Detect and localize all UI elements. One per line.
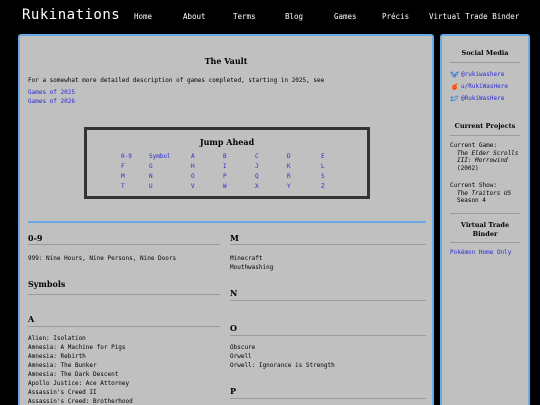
jump-link-n[interactable]: N [149, 173, 153, 180]
twitter-icon [450, 95, 459, 102]
list-item[interactable]: Apollo Justice: Ace Attorney [28, 380, 129, 387]
social-link-twitter[interactable]: @RukiWasHere [450, 95, 504, 102]
current-show-label: Current Show: [450, 182, 497, 189]
section-heading-0-9: 0-9 [28, 233, 43, 243]
jump-link-m[interactable]: M [121, 173, 125, 180]
social-link-bluesky[interactable]: @rukiwashere [450, 71, 504, 78]
list-item[interactable]: Alien: Isolation [28, 335, 86, 342]
jump-link-q[interactable]: Q [255, 173, 259, 180]
list-item[interactable]: Minecraft [230, 255, 263, 262]
jump-link-w[interactable]: W [223, 183, 227, 190]
list-item[interactable]: Assassin's Creed: Brotherhood [28, 398, 133, 405]
jump-link-p[interactable]: P [223, 173, 227, 180]
main-nav: Home About Terms Blog Games Précis Virtu… [0, 12, 540, 24]
jump-link-b[interactable]: B [223, 153, 227, 160]
jump-link-j[interactable]: J [255, 163, 259, 170]
current-game-year: (2002) [457, 164, 479, 172]
intro-text: For a somewhat more detailed description… [28, 77, 325, 84]
social-link-reddit[interactable]: u/RukiWasHere [450, 83, 508, 90]
social-media-heading: Social Media [461, 49, 509, 57]
jump-link-f[interactable]: F [121, 163, 125, 170]
jump-link-l[interactable]: L [321, 163, 325, 170]
section-heading-a: A [28, 314, 35, 324]
current-show-season: Season 4 [457, 197, 486, 204]
jump-link-x[interactable]: X [255, 183, 259, 190]
jump-link-h[interactable]: H [191, 163, 195, 170]
section-rule [28, 326, 220, 327]
jump-link-y[interactable]: Y [287, 183, 291, 190]
jump-link-i[interactable]: I [223, 163, 227, 170]
list-item[interactable]: Orwell: Ignorance is Strength [230, 362, 335, 369]
jump-link-k[interactable]: K [287, 163, 291, 170]
jump-link-z[interactable]: Z [321, 183, 325, 190]
list-item[interactable]: Mouthwashing [230, 264, 273, 271]
nav-terms[interactable]: Terms [233, 12, 256, 21]
nav-precis[interactable]: Précis [382, 12, 409, 21]
section-heading-p: P [230, 386, 237, 396]
jump-link-o[interactable]: O [191, 173, 195, 180]
section-rule [230, 300, 426, 301]
current-show-title: The Traitors US [457, 189, 512, 197]
list-item[interactable]: Orwell [230, 353, 252, 360]
social-label: @rukiwashere [461, 71, 505, 78]
current-game-label: Current Game: [450, 142, 497, 149]
bluesky-icon [450, 71, 459, 78]
list-item[interactable]: 999: Nine Hours, Nine Persons, Nine Door… [28, 255, 176, 262]
pokemon-home-link[interactable]: Pokémon Home Only [450, 249, 511, 256]
jump-link-c[interactable]: C [255, 153, 259, 160]
jump-link-s[interactable]: S [321, 173, 325, 180]
sidebar-panel: Social Media @rukiwashere u/RukiWasHere … [440, 34, 530, 405]
top-bar: Rukinations Home About Terms Blog Games … [0, 0, 540, 33]
sidebar-rule [450, 213, 520, 214]
sidebar-rule [450, 62, 520, 63]
section-heading-n: N [230, 288, 238, 298]
list-item[interactable]: Amnesia: The Bunker [28, 362, 97, 369]
section-rule [230, 335, 426, 336]
social-label: u/RukiWasHere [461, 83, 508, 90]
section-rule [28, 294, 220, 295]
main-content-panel: The Vault For a somewhat more detailed d… [18, 34, 434, 405]
current-game: Current Game: The Elder Scrolls III: Mor… [450, 142, 526, 172]
nav-home[interactable]: Home [134, 12, 152, 21]
list-item[interactable]: Amnesia: Rebirth [28, 353, 86, 360]
section-heading-o: O [230, 323, 237, 333]
jump-link-symbol[interactable]: Symbol [149, 153, 171, 160]
games-2025-link[interactable]: Games of 2025 [28, 89, 75, 96]
jump-link-g[interactable]: G [149, 163, 153, 170]
list-item[interactable]: Amnesia: The Dark Descent [28, 371, 118, 378]
jump-link-a[interactable]: A [191, 153, 195, 160]
nav-blog[interactable]: Blog [285, 12, 303, 21]
list-item[interactable]: Assassin's Creed II [28, 389, 97, 396]
list-item[interactable]: Obscure [230, 344, 255, 351]
page-title: The Vault [204, 56, 248, 66]
virtual-trade-binder-heading: Virtual Trade Binder [460, 221, 510, 238]
jump-ahead-box: Jump Ahead 0-9 Symbol A B C D E F G H I J K L M N O P Q R S T… [84, 127, 370, 199]
jump-link-v[interactable]: V [191, 183, 195, 190]
section-heading-m: M [230, 233, 239, 243]
nav-virtual-trade-binder[interactable]: Virtual Trade Binder [429, 12, 519, 21]
reddit-icon [452, 83, 458, 90]
current-projects-heading: Current Projects [454, 122, 516, 130]
jump-link-d[interactable]: D [287, 153, 291, 160]
jump-link-0-9[interactable]: 0-9 [121, 153, 132, 160]
nav-games[interactable]: Games [334, 12, 357, 21]
sidebar-rule [450, 135, 520, 136]
section-divider [28, 221, 426, 223]
section-rule [230, 398, 426, 399]
nav-about[interactable]: About [183, 12, 206, 21]
current-game-title: The Elder Scrolls III: Morrowind [457, 149, 519, 165]
jump-link-u[interactable]: U [149, 183, 153, 190]
jump-link-t[interactable]: T [121, 183, 125, 190]
list-item[interactable]: Amnesia: A Machine for Pigs [28, 344, 126, 351]
jump-link-r[interactable]: R [287, 173, 291, 180]
current-show: Current Show: The Traitors US Season 4 [450, 182, 526, 205]
sidebar-rule [450, 242, 520, 243]
jump-ahead-title: Jump Ahead [199, 137, 255, 147]
jump-link-e[interactable]: E [321, 153, 325, 160]
section-rule [230, 244, 426, 245]
section-rule [28, 244, 220, 245]
section-heading-symbols: Symbols [28, 279, 66, 289]
social-label: @RukiWasHere [461, 95, 505, 102]
games-2026-link[interactable]: Games of 2026 [28, 98, 75, 105]
